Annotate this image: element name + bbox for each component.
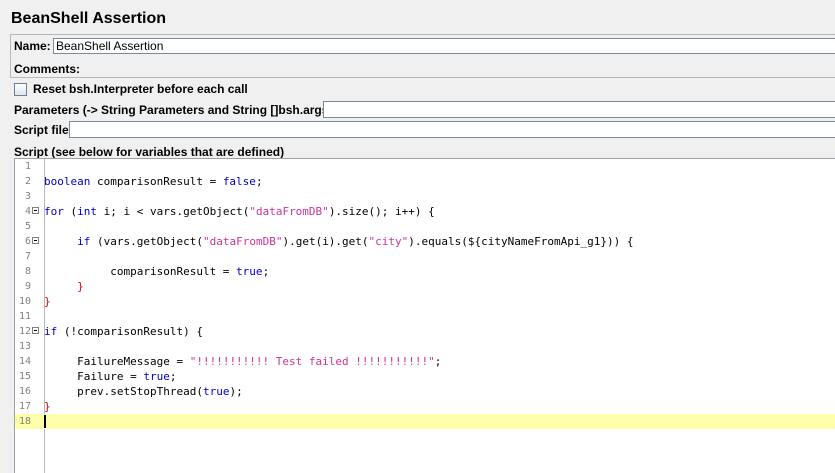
line-number: 11: [18, 311, 31, 322]
line-number: 18: [18, 416, 31, 427]
code-text: boolean comparisonResult = false;: [44, 175, 263, 188]
panel-title: BeanShell Assertion: [11, 10, 167, 27]
parameters-input[interactable]: [323, 101, 835, 118]
line-number: 3: [24, 191, 31, 202]
line-number: 2: [24, 176, 31, 187]
code-line[interactable]: 8 comparisonResult = true;: [15, 264, 835, 279]
fold-collapse-icon[interactable]: [32, 237, 39, 244]
code-text: for (int i; i < vars.getObject("dataFrom…: [44, 205, 435, 218]
line-number: 1: [24, 161, 31, 172]
line-number: 9: [24, 281, 31, 292]
code-line[interactable]: 16 prev.setStopThread(true);: [15, 384, 835, 399]
reset-interpreter-row[interactable]: Reset bsh.Interpreter before each call: [14, 82, 248, 96]
line-number: 16: [18, 386, 31, 397]
code-line[interactable]: 17}: [15, 399, 835, 414]
code-text: }: [77, 280, 84, 293]
code-line[interactable]: 18: [15, 414, 835, 429]
code-text: }: [44, 295, 51, 308]
code-text: Failure = true;: [44, 370, 177, 383]
code-text: if (vars.getObject("dataFromDB").get(i).…: [77, 235, 634, 248]
line-number: 13: [18, 341, 31, 352]
code-line[interactable]: 12 if (!comparisonResult) {: [15, 324, 835, 339]
code-line[interactable]: 7: [15, 249, 835, 264]
code-line[interactable]: 11: [15, 309, 835, 324]
name-row: Name:: [14, 39, 51, 53]
line-number: 14: [18, 356, 31, 367]
code-line[interactable]: 15 Failure = true;: [15, 369, 835, 384]
code-text: if (!comparisonResult) {: [44, 325, 203, 338]
line-number: 17: [18, 401, 31, 412]
code-line[interactable]: 14 FailureMessage = "!!!!!!!!!!! Test fa…: [15, 354, 835, 369]
code-line[interactable]: 1: [15, 159, 835, 174]
name-input[interactable]: BeanShell Assertion: [53, 38, 835, 54]
name-comments-panel: Name: BeanShell Assertion Comments:: [10, 34, 835, 78]
code-text: FailureMessage = "!!!!!!!!!!! Test faile…: [44, 355, 442, 368]
reset-interpreter-label: Reset bsh.Interpreter before each call: [33, 82, 248, 96]
script-editor[interactable]: 1 2 boolean comparisonResult = false; 3 4 for…: [14, 158, 835, 473]
line-number: 15: [18, 371, 31, 382]
reset-interpreter-checkbox[interactable]: [14, 82, 27, 96]
code-line[interactable]: 10}: [15, 294, 835, 309]
line-number: 8: [24, 266, 31, 277]
script-file-input[interactable]: [69, 121, 835, 138]
name-label: Name:: [14, 39, 51, 53]
line-number: 10: [18, 296, 31, 307]
line-number: 6: [24, 236, 31, 247]
code-text: prev.setStopThread(true);: [44, 385, 243, 398]
line-number: 4: [24, 206, 31, 217]
code-line[interactable]: 6 if (vars.getObject("dataFromDB").get(i…: [15, 234, 835, 249]
code-line[interactable]: 9 }: [15, 279, 835, 294]
code-line[interactable]: 13: [15, 339, 835, 354]
fold-collapse-icon[interactable]: [32, 207, 39, 214]
code-line[interactable]: 4 for (int i; i < vars.getObject("dataFro…: [15, 204, 835, 219]
text-caret: [44, 415, 46, 428]
line-number: 12: [18, 326, 31, 337]
line-number: 7: [24, 251, 31, 262]
script-label: Script (see below for variables that are…: [14, 145, 285, 159]
code-line[interactable]: 3: [15, 189, 835, 204]
line-number: 5: [24, 221, 31, 232]
code-text: comparisonResult = true;: [44, 265, 270, 278]
script-file-label: Script file: [14, 123, 69, 137]
code-line[interactable]: 2 boolean comparisonResult = false;: [15, 174, 835, 189]
code-line[interactable]: 5: [15, 219, 835, 234]
code-text: }: [44, 400, 51, 413]
parameters-label: Parameters (-> String Parameters and Str…: [14, 103, 333, 117]
comments-label: Comments:: [14, 62, 81, 76]
fold-collapse-icon[interactable]: [32, 327, 39, 334]
